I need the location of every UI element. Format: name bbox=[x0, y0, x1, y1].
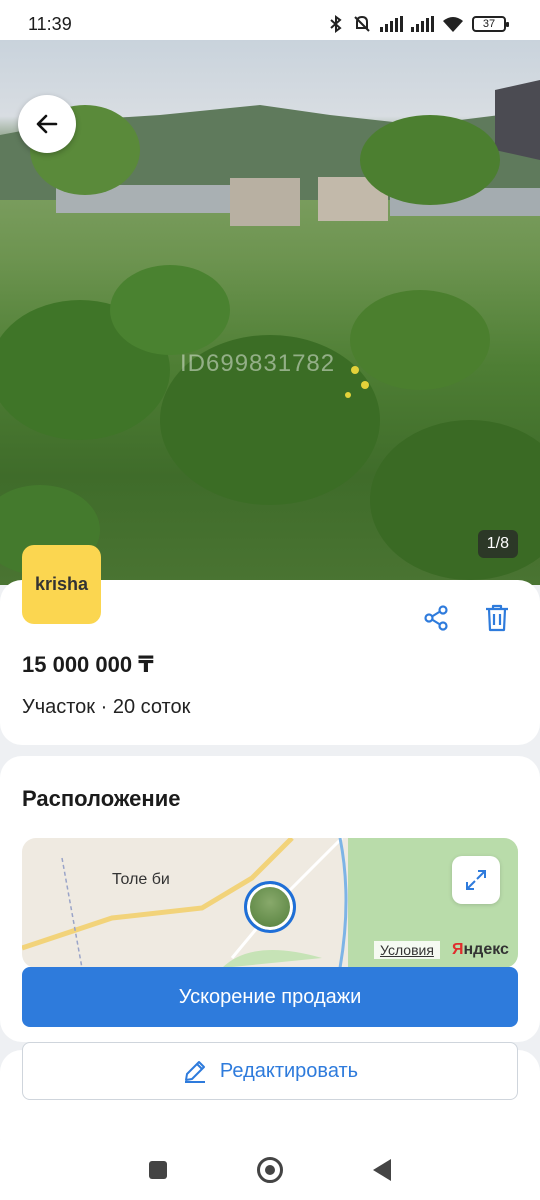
location-title: Расположение bbox=[22, 786, 181, 811]
krisha-logo: krisha bbox=[22, 545, 101, 624]
boost-sale-button[interactable]: Ускорение продажи bbox=[22, 967, 518, 1027]
photo-scene bbox=[0, 80, 540, 580]
map-terms-link[interactable]: Условия bbox=[374, 941, 440, 959]
signal-icon bbox=[380, 16, 403, 32]
back-triangle-icon[interactable] bbox=[373, 1159, 391, 1181]
edit-button[interactable]: Редактировать bbox=[22, 1042, 518, 1100]
arrow-left-icon bbox=[36, 114, 58, 134]
share-icon bbox=[424, 605, 448, 631]
recents-icon[interactable] bbox=[149, 1161, 167, 1179]
yandex-logo: Яндекс bbox=[452, 941, 509, 958]
edit-button-label: Редактировать bbox=[219, 1059, 359, 1082]
photo-watermark: ID699831782 bbox=[180, 350, 336, 377]
status-time: 11:39 bbox=[28, 13, 72, 34]
map-location-pin[interactable] bbox=[244, 881, 296, 933]
battery-level: 37 bbox=[482, 18, 496, 30]
location-map[interactable]: Толе би Условия Яндекс bbox=[22, 838, 518, 968]
battery-icon: 37 bbox=[472, 16, 509, 32]
pencil-icon bbox=[184, 1061, 205, 1083]
mute-icon bbox=[354, 15, 370, 32]
delete-button[interactable] bbox=[479, 600, 515, 636]
share-button[interactable] bbox=[418, 600, 454, 636]
expand-icon bbox=[466, 870, 486, 890]
back-button[interactable] bbox=[18, 95, 76, 153]
listing-subtitle: Участок · 20 соток bbox=[22, 696, 191, 718]
signal-icon bbox=[411, 16, 434, 32]
home-icon[interactable] bbox=[257, 1157, 283, 1183]
wifi-icon bbox=[443, 17, 463, 32]
trash-icon bbox=[486, 604, 508, 632]
map-town-label: Толе би bbox=[112, 871, 170, 888]
system-nav-bar bbox=[0, 1140, 540, 1200]
status-icons: 37 bbox=[328, 14, 509, 34]
listing-photo[interactable]: ID699831782 1/8 bbox=[0, 40, 540, 585]
photo-counter: 1/8 bbox=[477, 530, 518, 558]
bluetooth-icon bbox=[330, 15, 342, 33]
map-expand-button[interactable] bbox=[452, 856, 500, 904]
listing-price: 15 000 000 ₸ bbox=[22, 652, 154, 677]
